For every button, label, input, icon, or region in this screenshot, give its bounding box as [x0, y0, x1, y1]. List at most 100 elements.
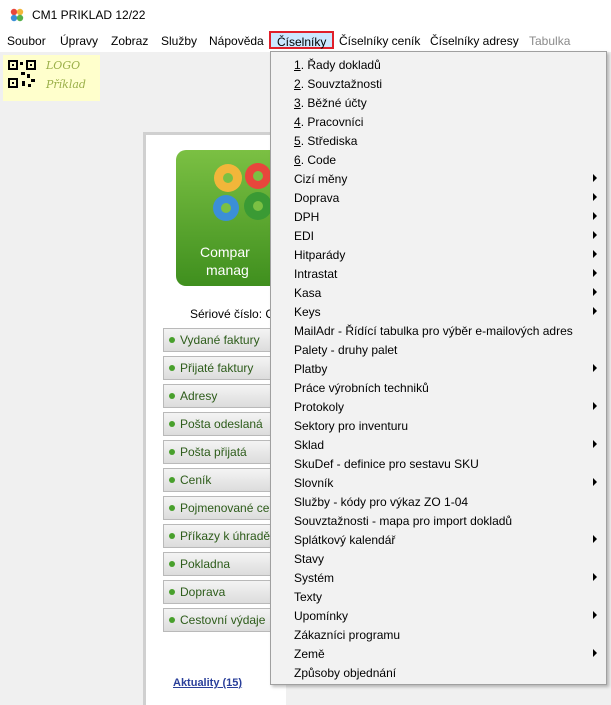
logo-text: LOGO: [46, 59, 81, 72]
submenu-arrow-icon: [593, 364, 597, 372]
dropdown-item-text: Zákazníci programu: [294, 628, 401, 642]
dropdown-item[interactable]: Platby: [271, 359, 606, 378]
dropdown-item-text: Země: [294, 647, 325, 661]
product-title: Compar: [200, 244, 250, 260]
dropdown-item[interactable]: Splátkový kalendář: [271, 530, 606, 549]
bullet-icon: [169, 477, 175, 483]
nav-posta-odeslana[interactable]: Pošta odeslaná: [163, 412, 283, 436]
dropdown-item[interactable]: Texty: [271, 587, 606, 606]
dropdown-item-text: Stavy: [294, 552, 325, 566]
dropdown-item-shortcut: 2: [294, 77, 301, 91]
dropdown-item[interactable]: Intrastat: [271, 264, 606, 283]
menu-upravy[interactable]: Úpravy: [60, 34, 98, 48]
dropdown-item-label: MailAdr - Řídící tabulka pro výběr e-mai…: [294, 324, 573, 338]
dropdown-item[interactable]: Sklad: [271, 435, 606, 454]
dropdown-item[interactable]: 5. Střediska: [271, 131, 606, 150]
dropdown-item[interactable]: Systém: [271, 568, 606, 587]
dropdown-item-text: Doprava: [294, 191, 340, 205]
dropdown-item[interactable]: Slovník: [271, 473, 606, 492]
bullet-icon: [169, 505, 175, 511]
nav-doprava[interactable]: Doprava: [163, 580, 283, 604]
dropdown-item[interactable]: Stavy: [271, 549, 606, 568]
submenu-arrow-icon: [593, 440, 597, 448]
nav-vydane-faktury[interactable]: Vydané faktury: [163, 328, 283, 352]
dropdown-item-label: 5. Střediska: [294, 134, 357, 148]
dropdown-item-text: Způsoby objednání: [294, 666, 397, 680]
dropdown-item[interactable]: EDI: [271, 226, 606, 245]
dropdown-item[interactable]: MailAdr - Řídící tabulka pro výběr e-mai…: [271, 321, 606, 340]
dropdown-item-text: . Běžné účty: [300, 96, 367, 110]
submenu-arrow-icon: [593, 212, 597, 220]
dropdown-item[interactable]: Práce výrobních techniků: [271, 378, 606, 397]
nav-prijate-faktury[interactable]: Přijaté faktury: [163, 356, 283, 380]
ciselniky-dropdown-menu: 1. Řady dokladů 2. Souvztažnosti 3. Běžné …: [270, 51, 607, 685]
menu-ciselniky-adresy[interactable]: Číselníky adresy: [430, 34, 519, 48]
dropdown-item[interactable]: Způsoby objednání: [271, 663, 606, 682]
dropdown-item-text: MailAdr - Řídící tabulka pro výběr e-mai…: [294, 324, 573, 338]
submenu-arrow-icon: [593, 573, 597, 581]
submenu-arrow-icon: [593, 288, 597, 296]
dropdown-item-label: Intrastat: [294, 267, 337, 281]
menu-sluzby[interactable]: Služby: [161, 34, 197, 48]
dropdown-item-text: Kasa: [294, 286, 322, 300]
nav-label: Pošta přijatá: [180, 445, 247, 459]
company-logo: LOGO Příklad: [3, 55, 100, 101]
submenu-arrow-icon: [593, 478, 597, 486]
dropdown-item[interactable]: 6. Code: [271, 150, 606, 169]
nav-pojmenovane-ceny[interactable]: Pojmenované ce: [163, 496, 283, 520]
menu-zobraz[interactable]: Zobraz: [111, 34, 148, 48]
nav-adresy[interactable]: Adresy: [163, 384, 283, 408]
dropdown-item-label: Systém: [294, 571, 334, 585]
dropdown-item[interactable]: Palety - druhy palet: [271, 340, 606, 359]
menu-napoveda[interactable]: Nápověda: [209, 34, 264, 48]
submenu-arrow-icon: [593, 649, 597, 657]
dropdown-item[interactable]: Keys: [271, 302, 606, 321]
dropdown-item[interactable]: Kasa: [271, 283, 606, 302]
dropdown-item-label: Palety - druhy palet: [294, 343, 397, 357]
dropdown-item-label: Slovník: [294, 476, 333, 490]
dropdown-item[interactable]: Služby - kódy pro výkaz ZO 1-04: [271, 492, 606, 511]
menu-soubor[interactable]: Soubor: [7, 34, 46, 48]
dropdown-item-shortcut: 4: [294, 115, 301, 129]
nav-pokladna[interactable]: Pokladna: [163, 552, 283, 576]
dropdown-item-text: Systém: [294, 571, 335, 585]
dropdown-item[interactable]: Země: [271, 644, 606, 663]
dropdown-item[interactable]: 3. Běžné účty: [271, 93, 606, 112]
bullet-icon: [169, 393, 175, 399]
menu-ciselniky[interactable]: Číselníky: [269, 31, 335, 49]
dropdown-item-text: Služby - kódy pro výkaz ZO 1-04: [294, 495, 469, 509]
dropdown-item[interactable]: Doprava: [271, 188, 606, 207]
nav-label: Přijaté faktury: [180, 361, 254, 375]
bullet-icon: [169, 365, 175, 371]
bullet-icon: [169, 617, 175, 623]
dropdown-item-label: Služby - kódy pro výkaz ZO 1-04: [294, 495, 468, 509]
news-link[interactable]: Aktuality (15): [173, 677, 242, 689]
window-title: CM1 PRIKLAD 12/22: [32, 8, 146, 22]
dropdown-item[interactable]: Zákazníci programu: [271, 625, 606, 644]
dropdown-item-label: Země: [294, 647, 325, 661]
dropdown-item[interactable]: Upomínky: [271, 606, 606, 625]
dropdown-item[interactable]: Souvztažnosti - mapa pro import dokladů: [271, 511, 606, 530]
nav-prikazy-k-uhrade[interactable]: Příkazy k úhradě: [163, 524, 283, 548]
dropdown-item[interactable]: Hitparády: [271, 245, 606, 264]
submenu-arrow-icon: [593, 174, 597, 182]
dropdown-item[interactable]: DPH: [271, 207, 606, 226]
menu-ciselniky-cenik[interactable]: Číselníky ceník: [339, 34, 420, 48]
dropdown-item-label: 4. Pracovníci: [294, 115, 363, 129]
nav-cenik[interactable]: Ceník: [163, 468, 283, 492]
dropdown-item[interactable]: Protokoly: [271, 397, 606, 416]
nav-label: Příkazy k úhradě: [180, 529, 271, 543]
dropdown-item-label: Keys: [294, 305, 321, 319]
dropdown-item[interactable]: Sektory pro inventuru: [271, 416, 606, 435]
dropdown-item[interactable]: 2. Souvztažnosti: [271, 74, 606, 93]
dropdown-item-text: Cizí měny: [294, 172, 348, 186]
dropdown-item[interactable]: 1. Řady dokladů: [271, 55, 606, 74]
dropdown-item-text: Hitparády: [294, 248, 346, 262]
nav-cestovni-vydaje[interactable]: Cestovní výdaje: [163, 608, 283, 632]
nav-posta-prijata[interactable]: Pošta přijatá: [163, 440, 283, 464]
dropdown-item[interactable]: 4. Pracovníci: [271, 112, 606, 131]
submenu-arrow-icon: [593, 250, 597, 258]
dropdown-item[interactable]: SkuDef - definice pro sestavu SKU: [271, 454, 606, 473]
dropdown-item[interactable]: Cizí měny: [271, 169, 606, 188]
dropdown-item-label: Sektory pro inventuru: [294, 419, 408, 433]
